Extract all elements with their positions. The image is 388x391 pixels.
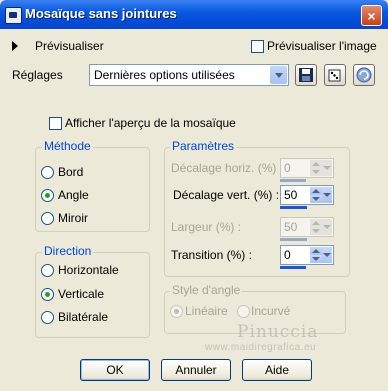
preview-label[interactable]: Prévisualiser <box>35 39 104 53</box>
horizontal-offset-slider[interactable] <box>280 179 306 182</box>
method-group-title: Méthode <box>42 139 93 153</box>
direction-vertical-radio[interactable] <box>41 288 54 301</box>
dialog-window: Mosaïque sans jointures × Prévisualiser … <box>0 0 388 391</box>
transition-value: 0 <box>284 248 291 262</box>
cancel-button[interactable]: Annuler <box>161 359 231 381</box>
width-field[interactable]: 50 <box>280 217 334 237</box>
direction-horizontal-radio[interactable] <box>41 264 54 277</box>
spin-up-icon[interactable] <box>310 219 322 227</box>
method-angle-label: Angle <box>58 188 89 202</box>
method-edge-radio[interactable] <box>41 166 54 179</box>
direction-vertical-label: Verticale <box>58 287 105 301</box>
show-mosaic-preview-label: Afficher l'aperçu de la mosaïque <box>65 116 236 130</box>
transition-slider[interactable] <box>280 266 306 269</box>
vertical-offset-slider[interactable] <box>280 206 307 209</box>
spin-up-icon[interactable] <box>310 247 322 255</box>
method-angle-radio[interactable] <box>41 189 54 202</box>
vertical-offset-field[interactable]: 50 <box>280 185 334 205</box>
corner-linear-radio[interactable] <box>170 305 183 318</box>
horizontal-offset-field[interactable]: 0 <box>280 158 334 178</box>
random-button[interactable] <box>324 64 346 86</box>
watermark-name: Pinuccia <box>237 322 319 342</box>
direction-group-title: Direction <box>42 244 94 258</box>
preview-image-checkbox[interactable] <box>251 40 264 53</box>
width-slider[interactable] <box>280 238 307 241</box>
watermark-url: www.maidiregrafica.eu <box>205 342 317 353</box>
width-label: Largeur (%) : <box>171 220 242 234</box>
settings-label: Réglages <box>12 68 63 82</box>
method-edge-label: Bord <box>58 165 84 179</box>
spin-down-icon[interactable] <box>310 195 322 203</box>
app-icon <box>5 7 22 24</box>
direction-bilateral-radio[interactable] <box>41 311 54 324</box>
save-icon <box>299 68 313 82</box>
method-mirror-label: Miroir <box>58 211 88 225</box>
show-mosaic-preview-checkbox[interactable] <box>49 117 62 130</box>
window-title: Mosaïque sans jointures <box>25 6 177 21</box>
chevron-down-icon[interactable] <box>322 187 332 203</box>
reset-button[interactable] <box>353 64 375 86</box>
settings-dropdown[interactable]: Dernières options utilisées <box>89 64 289 86</box>
dice-icon <box>328 69 341 82</box>
method-mirror-radio[interactable] <box>41 212 54 225</box>
params-group-title: Paramètres <box>170 139 237 153</box>
spin-down-icon[interactable] <box>310 168 322 176</box>
direction-bilateral-label: Bilatérale <box>58 310 109 324</box>
ok-button[interactable]: OK <box>80 359 150 381</box>
chevron-down-icon[interactable] <box>322 160 332 176</box>
save-preset-button[interactable] <box>295 64 317 86</box>
spin-up-icon[interactable] <box>310 187 322 195</box>
vertical-offset-label: Décalage vert. (%) : <box>173 188 280 202</box>
chevron-down-icon[interactable] <box>322 219 332 235</box>
transition-label: Transition (%) : <box>171 248 252 262</box>
width-value: 50 <box>284 220 298 234</box>
corner-curved-radio[interactable] <box>237 305 250 318</box>
transition-field[interactable]: 0 <box>280 245 334 265</box>
horizontal-offset-value: 0 <box>284 161 291 175</box>
direction-horizontal-label: Horizontale <box>58 263 119 277</box>
reset-icon <box>356 67 372 83</box>
horizontal-offset-label: Décalage horiz. (%) : <box>171 161 284 175</box>
close-button[interactable]: × <box>361 5 382 26</box>
vertical-offset-value: 50 <box>284 188 298 202</box>
chevron-down-icon[interactable] <box>270 66 287 84</box>
settings-value: Dernières options utilisées <box>94 68 235 82</box>
help-button[interactable]: Aide <box>242 359 312 381</box>
preview-image-label: Prévisualiser l'image <box>267 39 377 53</box>
spin-up-icon[interactable] <box>310 160 322 168</box>
corner-curved-label: Incurvé <box>251 304 291 318</box>
corner-linear-label: Linéaire <box>185 304 228 318</box>
title-bar[interactable]: Mosaïque sans jointures × <box>0 0 388 29</box>
spin-down-icon[interactable] <box>310 227 322 235</box>
expand-arrow-icon[interactable] <box>12 41 18 51</box>
spin-down-icon[interactable] <box>310 255 322 263</box>
corner-style-group-title: Style d'angle <box>170 283 243 297</box>
chevron-down-icon[interactable] <box>322 247 332 263</box>
